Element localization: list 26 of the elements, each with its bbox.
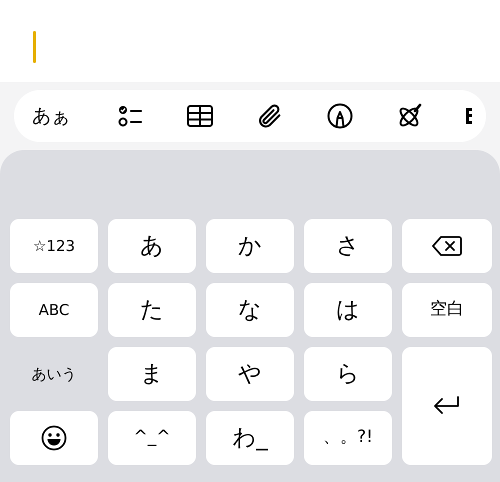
text-format-button[interactable]: あぁ: [28, 102, 74, 130]
kana-key[interactable]: は: [304, 283, 392, 337]
kana-key[interactable]: な: [206, 283, 294, 337]
kana-key[interactable]: ら: [304, 347, 392, 401]
kana-key[interactable]: わ_: [206, 411, 294, 465]
cut-off-icon[interactable]: [466, 108, 472, 124]
emoji-key[interactable]: [10, 411, 98, 465]
backspace-key[interactable]: [402, 219, 492, 273]
kana-key[interactable]: さ: [304, 219, 392, 273]
kana-key[interactable]: や: [206, 347, 294, 401]
kana-key[interactable]: た: [108, 283, 196, 337]
kana-key[interactable]: あ: [108, 219, 196, 273]
smiley-icon: [41, 425, 67, 451]
kana-key[interactable]: ま: [108, 347, 196, 401]
input-mode-key[interactable]: ☆123: [10, 219, 98, 273]
pen-circle-icon[interactable]: [326, 102, 354, 130]
kana-key[interactable]: か: [206, 219, 294, 273]
input-mode-key[interactable]: あいう: [10, 347, 98, 401]
return-icon: [433, 395, 461, 417]
table-icon[interactable]: [186, 102, 214, 130]
backspace-icon: [432, 235, 462, 257]
symbol-key[interactable]: 空白: [402, 283, 492, 337]
input-mode-key[interactable]: ABC: [10, 283, 98, 337]
text-cursor: [33, 31, 36, 63]
symbol-key[interactable]: ^_^: [108, 411, 196, 465]
symbol-key[interactable]: 、。?!: [304, 411, 392, 465]
